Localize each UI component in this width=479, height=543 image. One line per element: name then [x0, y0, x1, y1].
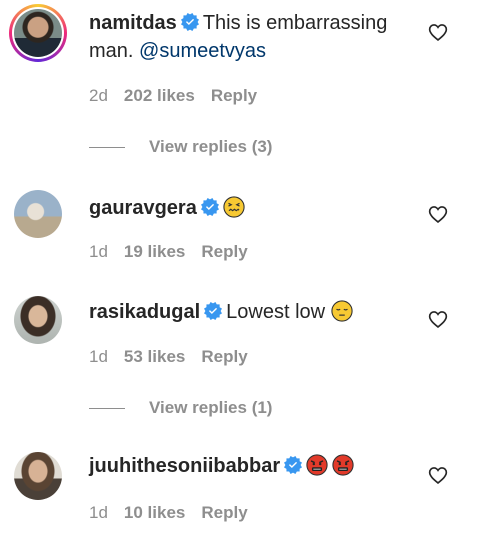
avatar[interactable] [14, 9, 62, 57]
verified-badge-icon [204, 302, 222, 320]
heart-outline-icon[interactable] [428, 309, 448, 329]
username-link[interactable]: rasikadugal [89, 301, 200, 323]
view-replies-label: View replies (1) [149, 398, 273, 417]
username-link[interactable]: namitdas [89, 12, 177, 34]
likes-count[interactable]: 19 likes [124, 242, 185, 261]
avatar[interactable] [14, 452, 62, 500]
comment-text-line-1: gauravgera [89, 195, 249, 222]
heart-outline-icon[interactable] [428, 22, 448, 42]
confounded-face-icon [223, 196, 245, 218]
pensive-face-icon [331, 300, 353, 322]
verified-badge-icon [284, 456, 302, 474]
avatar[interactable] [14, 296, 62, 344]
comment-text-continued: man. [89, 40, 140, 62]
reply-button[interactable]: Reply [211, 86, 257, 105]
story-ring[interactable] [9, 4, 67, 62]
reply-button[interactable]: Reply [201, 242, 247, 261]
view-replies-button[interactable]: View replies (3) [89, 137, 272, 157]
comment-text-line-1: juuhithesoniibabbar [89, 453, 358, 480]
mention-link[interactable]: @sumeetvyas [139, 40, 266, 62]
comment-text: This is embarrassing [202, 12, 388, 34]
verified-badge-icon [181, 13, 199, 31]
comment-meta: 2d 202 likes Reply [89, 86, 273, 106]
comment-meta: 1d 19 likes Reply [89, 242, 264, 262]
divider-line [89, 408, 125, 410]
reply-button[interactable]: Reply [201, 503, 247, 522]
reply-button[interactable]: Reply [201, 347, 247, 366]
username-link[interactable]: juuhithesoniibabbar [89, 455, 280, 477]
comment-meta: 1d 10 likes Reply [89, 503, 264, 523]
comment-text-line-1: namitdas This is embarrassing [89, 10, 387, 37]
comment-age: 1d [89, 242, 108, 261]
comment-text-line-1: rasikadugal Lowest low [89, 299, 357, 326]
likes-count[interactable]: 202 likes [124, 86, 195, 105]
comment-age: 1d [89, 503, 108, 522]
username-link[interactable]: gauravgera [89, 197, 197, 219]
likes-count[interactable]: 10 likes [124, 503, 185, 522]
avatar[interactable] [14, 190, 62, 238]
heart-outline-icon[interactable] [428, 465, 448, 485]
comment-text: Lowest low [226, 301, 326, 323]
likes-count[interactable]: 53 likes [124, 347, 185, 366]
view-replies-label: View replies (3) [149, 137, 273, 156]
comment-age: 1d [89, 347, 108, 366]
verified-badge-icon [201, 198, 219, 216]
comment-text-line-2: man. @sumeetvyas [89, 38, 266, 65]
heart-outline-icon[interactable] [428, 204, 448, 224]
comment-age: 2d [89, 86, 108, 105]
divider-line [89, 147, 125, 149]
angry-symbols-face-icon [332, 454, 354, 476]
view-replies-button[interactable]: View replies (1) [89, 398, 272, 418]
comment-meta: 1d 53 likes Reply [89, 347, 264, 367]
angry-symbols-face-icon [306, 454, 328, 476]
